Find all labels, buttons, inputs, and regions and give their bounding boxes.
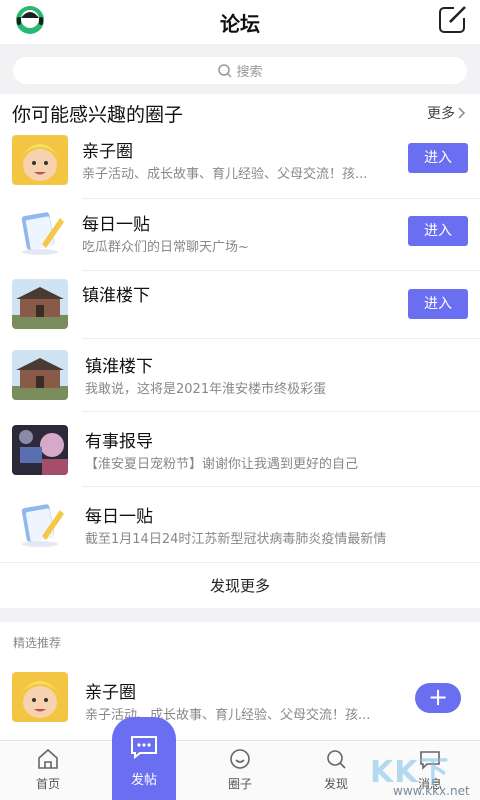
featured-label: 精选推荐 [13, 636, 62, 650]
tab-label: 发帖 [130, 773, 157, 788]
circle-name: 每日一贴 [85, 507, 153, 527]
tab-circles[interactable]: 圈子 [210, 741, 270, 800]
circle-desc: 【淮安夏日宠粉节】谢谢你让我遇到更好的自己 [85, 457, 359, 472]
page-title: 论坛 [220, 12, 260, 36]
edit-icon[interactable] [438, 4, 468, 34]
baby-photo [12, 672, 68, 722]
circle-name: 有事报导 [85, 432, 153, 452]
more-link[interactable]: 更多 [427, 103, 466, 123]
more-label: 更多 [427, 106, 455, 122]
circle-desc: 截至1月14日24时江苏新型冠状病毒肺炎疫情最新情 [85, 532, 387, 547]
circle-icon [230, 749, 250, 769]
circle-desc: 我敢说，这将是2021年淮安楼市终极彩蛋 [85, 382, 327, 397]
divider [82, 486, 480, 487]
enter-button[interactable]: 进入 [408, 289, 468, 319]
watermark-url: www.kkx.net [393, 784, 470, 798]
tab-label: 发现 [323, 777, 348, 791]
tower-photo [12, 350, 68, 400]
chat-bubble-icon [131, 736, 157, 759]
circle-name: 镇淮楼下 [85, 357, 153, 377]
featured-name: 亲子圈 [85, 683, 136, 703]
search-input[interactable]: 搜索 [13, 57, 467, 84]
home-icon [38, 748, 58, 769]
tower-photo [12, 279, 68, 329]
divider [0, 562, 480, 563]
circle-name: 亲子圈 [82, 142, 133, 162]
discover-more-button[interactable]: 发现更多 [0, 566, 480, 606]
chevron-right-icon [458, 107, 466, 119]
tab-label: 首页 [35, 777, 60, 791]
circle-desc: 吃瓜群众们的日常聊天广场~ [82, 240, 249, 255]
paper-pen-illustration [12, 500, 68, 550]
section-title: 你可能感兴趣的圈子 [12, 104, 184, 126]
circle-name: 每日一贴 [82, 215, 150, 235]
app-header: 论坛 [0, 0, 480, 44]
search-icon [327, 750, 346, 769]
paper-pen-illustration [12, 208, 68, 258]
divider [82, 338, 480, 339]
tab-post[interactable]: 发帖 [112, 717, 176, 800]
section-gap [0, 608, 480, 622]
circle-name: 镇淮楼下 [82, 286, 150, 306]
divider [82, 198, 480, 199]
enter-button[interactable]: 进入 [408, 143, 468, 173]
search-bar-area: 搜索 [0, 44, 480, 94]
crowd-photo [12, 425, 68, 475]
circle-item[interactable]: 镇淮楼下 进入 [0, 279, 480, 353]
divider [82, 411, 480, 412]
divider [82, 270, 480, 271]
enter-button[interactable]: 进入 [408, 216, 468, 246]
tab-label: 圈子 [227, 777, 252, 791]
circle-item[interactable]: 有事报导 【淮安夏日宠粉节】谢谢你让我遇到更好的自己 [0, 425, 480, 499]
tab-discover[interactable]: 发现 [306, 741, 366, 800]
search-placeholder: 搜索 [236, 65, 263, 80]
circle-desc: 亲子活动、成长故事、育儿经验、父母交流！孩... [82, 167, 368, 182]
search-icon [218, 63, 233, 78]
tab-home[interactable]: 首页 [18, 741, 78, 800]
baby-photo [12, 135, 68, 185]
circle-item[interactable]: 镇淮楼下 我敢说，这将是2021年淮安楼市终极彩蛋 [0, 350, 480, 424]
featured-item[interactable]: 亲子圈 亲子活动、成长故事、育儿经验、父母交流！孩... [0, 672, 480, 746]
add-button[interactable]: + [415, 683, 461, 713]
